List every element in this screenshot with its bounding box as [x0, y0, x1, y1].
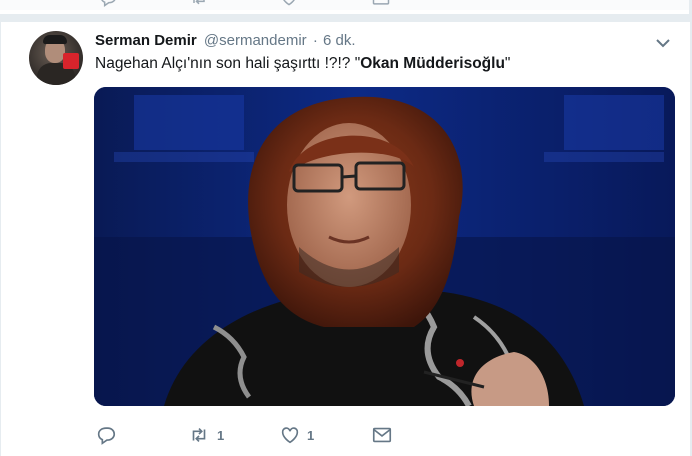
- reply-icon: [95, 424, 117, 446]
- tweet-actions: 1 1: [95, 422, 415, 448]
- tweet-text-prefix: Nagehan Alçı'nın son hali şaşırttı !?!? …: [95, 55, 361, 72]
- tweet-text: Nagehan Alçı'nın son hali şaşırttı !?!? …: [95, 55, 510, 73]
- like-button[interactable]: 1: [279, 422, 314, 448]
- tweet[interactable]: Serman Demir @sermandemir · 6 dk. Nageha…: [0, 22, 690, 456]
- author-name[interactable]: Serman Demir: [95, 32, 197, 49]
- tweet-text-suffix: ": [504, 55, 511, 72]
- mentioned-name: Okan Müdderisoğlu: [360, 55, 505, 72]
- heart-icon[interactable]: [279, 0, 299, 10]
- avatar[interactable]: [29, 31, 83, 85]
- tweet-photo[interactable]: [94, 87, 675, 406]
- reply-icon[interactable]: [98, 0, 118, 10]
- retweet-count: 1: [217, 427, 225, 443]
- author-handle[interactable]: @sermandemir: [204, 32, 307, 49]
- direct-message-button[interactable]: [371, 422, 393, 448]
- envelope-icon: [371, 424, 393, 446]
- previous-tweet-actions: [0, 0, 692, 10]
- header-separator: ·: [312, 32, 318, 49]
- like-count: 1: [307, 427, 315, 443]
- envelope-icon[interactable]: [371, 0, 391, 10]
- timeline-divider: [0, 14, 692, 22]
- retweet-icon: [187, 424, 211, 446]
- tweet-header: Serman Demir @sermandemir · 6 dk.: [95, 32, 356, 49]
- tweet-timestamp[interactable]: 6 dk.: [323, 32, 356, 49]
- retweet-icon[interactable]: [188, 0, 210, 10]
- retweet-button[interactable]: 1: [187, 422, 224, 448]
- chevron-down-icon[interactable]: [655, 36, 671, 48]
- photo-image: [94, 87, 675, 406]
- heart-icon: [279, 424, 301, 446]
- reply-button[interactable]: [95, 422, 123, 448]
